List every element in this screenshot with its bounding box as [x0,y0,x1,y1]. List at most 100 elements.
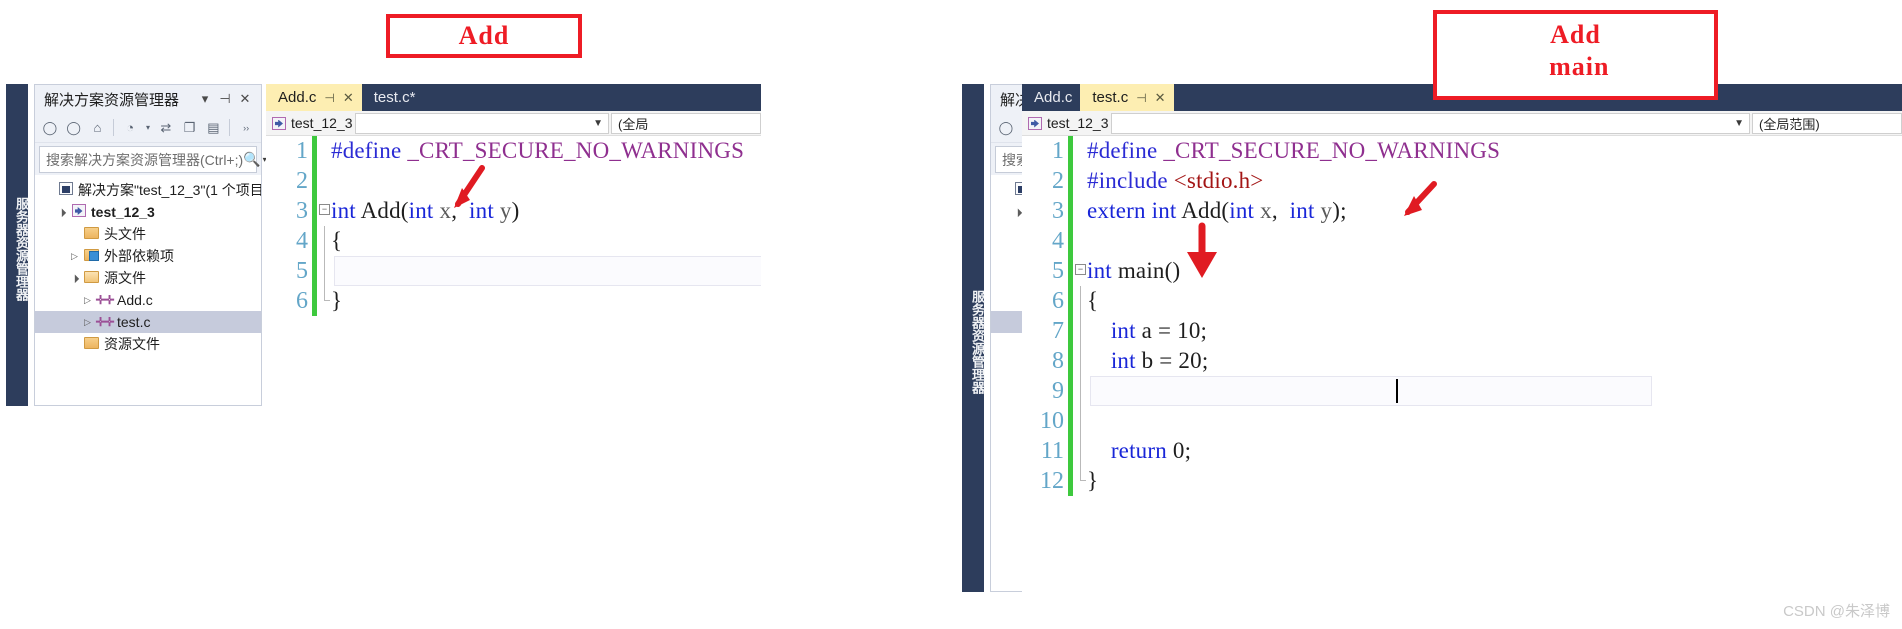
close-icon[interactable]: ✕ [1155,90,1166,106]
fold-gutter[interactable]: − [317,196,331,226]
fold-gutter[interactable] [317,136,331,166]
code-token: ); [1332,198,1347,223]
tree-item-test_12_31[interactable]: 解决方案"test_12_3"(1 个项目) [35,179,261,201]
code-token: main() [1111,258,1181,283]
line-number: 4 [1052,228,1064,254]
fold-guide [1080,286,1081,316]
code-token: } [331,288,343,313]
pin-icon[interactable]: ⊣ [215,91,235,107]
expand-twisty-icon[interactable]: ▷ [80,317,95,328]
editor-tab-Add.c[interactable]: Add.c [1022,84,1080,111]
line-number: 11 [1040,438,1064,464]
server-explorer-vertical-tab-right[interactable]: 服务器资源管理器 [962,84,985,592]
code-area-right[interactable]: 1 #define _CRT_SECURE_NO_WARNINGS 2 #includ… [1022,136,1902,592]
collapse-all-icon[interactable]: ❐ [179,117,201,139]
editor-tab-test.c[interactable]: test.c* [362,84,424,111]
code-line[interactable]: 8 int b = 20; [1022,346,1902,376]
line-number: 5 [1052,258,1064,284]
collapse-twisty-icon[interactable]: ◢ [53,204,70,221]
tree-item-[interactable]: ▷ 外部依赖项 [35,245,261,267]
code-line[interactable]: 4 [1022,226,1902,256]
fold-gutter[interactable] [1073,346,1087,376]
home-icon[interactable]: ⌂ [87,117,109,139]
collapse-twisty-icon[interactable]: ◢ [66,270,83,287]
navbar-scope-right[interactable]: (全局范围) [1752,112,1902,134]
solution-tree-left[interactable]: 解决方案"test_12_3"(1 个项目) ◢ test_12_3 头文件 ▷ 外部依赖… [35,175,261,405]
solution-explorer-toolbar-left: ◯ ◯ ⌂ ◔ ▾ ⇄ ❐ ▤ ›› [35,113,261,143]
code-token: , [1271,198,1290,223]
fold-gutter[interactable] [1073,316,1087,346]
solution-explorer-search-left[interactable]: 搜索解决方案资源管理器(Ctrl+;) 🔍 ▾ [39,146,267,173]
external-dependencies-folder-icon [84,248,99,261]
fold-gutter[interactable] [1073,196,1087,226]
show-all-files-icon[interactable]: ▤ [202,117,224,139]
fold-gutter[interactable] [317,166,331,196]
code-line[interactable]: 10 [1022,406,1902,436]
pin-icon[interactable]: ⊣ [1136,91,1146,105]
code-line[interactable]: 2 #include <stdio.h> [1022,166,1902,196]
solution-explorer-left: 解决方案资源管理器 ▾ ⊣ ✕ ◯ ◯ ⌂ ◔ ▾ ⇄ ❐ ▤ ›› 搜索解决方… [34,84,267,406]
tree-item-Add.c[interactable]: ▷✛✛Add.c [35,289,261,311]
code-line[interactable]: 4{ [266,226,761,256]
fold-gutter[interactable] [1073,166,1087,196]
code-line[interactable]: 6{ [1022,286,1902,316]
fold-gutter[interactable] [1073,466,1087,496]
navbar-member-dropdown-left[interactable]: ▼ [354,112,609,134]
code-line[interactable]: 3 extern int Add(int x, int y); [1022,196,1902,226]
chevron-down-icon[interactable]: ▾ [143,117,153,139]
fold-gutter[interactable] [1073,406,1087,436]
navbar-project-right[interactable]: test_12_3 [1022,115,1109,131]
collapse-region-icon[interactable]: − [319,204,330,215]
code-line[interactable]: 11 return 0; [1022,436,1902,466]
code-line[interactable]: 3− int Add(int x, int y) [266,196,761,226]
code-token: Add( [355,198,409,223]
navbar-member-dropdown-right[interactable]: ▼ [1110,112,1750,134]
project-icon [1028,116,1042,130]
editor-tab-Add.c[interactable]: Add.c ⊣ ✕ [266,84,362,111]
back-arrow-icon[interactable]: ◯ [995,117,1017,139]
expand-twisty-icon[interactable]: ▷ [67,251,82,262]
fold-gutter[interactable] [1073,136,1087,166]
fold-gutter[interactable] [1073,286,1087,316]
editor-tab-test.c[interactable]: test.c ⊣ ✕ [1080,84,1174,111]
server-explorer-vertical-tab-left[interactable]: 服务器资源管理器 [6,84,29,406]
fold-gutter[interactable]: − [1073,256,1087,286]
overflow-icon[interactable]: ›› [235,117,257,139]
code-line[interactable]: 5− int main() [1022,256,1902,286]
fold-gutter[interactable] [1073,376,1087,406]
pending-changes-icon[interactable]: ◔ [119,117,141,139]
tree-item-[interactable]: 头文件 [35,223,261,245]
close-icon[interactable]: ✕ [343,90,354,106]
code-line[interactable]: 2 [266,166,761,196]
fold-gutter[interactable] [317,286,331,316]
editor-navbar-right: test_12_3 ▼ (全局范围) [1022,111,1902,136]
code-line[interactable]: 1 #define _CRT_SECURE_NO_WARNINGS [1022,136,1902,166]
expand-twisty-icon[interactable]: ▷ [80,295,95,306]
fold-gutter[interactable] [1073,226,1087,256]
navbar-project-left[interactable]: test_12_3 [266,115,353,131]
line-number: 6 [296,288,308,314]
close-icon[interactable]: ✕ [235,91,255,107]
tree-item-test.c[interactable]: ▷✛✛test.c [35,311,261,333]
code-line[interactable]: 12} [1022,466,1902,496]
fold-gutter[interactable] [1073,436,1087,466]
code-line[interactable]: 7 int a = 10; [1022,316,1902,346]
sync-with-active-document-icon[interactable]: ⇄ [155,117,177,139]
chevron-down-icon[interactable]: ▾ [195,91,215,107]
tree-item-[interactable]: ◢ 源文件 [35,267,261,289]
forward-arrow-icon[interactable]: ◯ [63,117,85,139]
code-line[interactable]: 1 #define _CRT_SECURE_NO_WARNINGS [266,136,761,166]
navbar-scope-left[interactable]: (全局 [611,112,761,134]
back-arrow-icon[interactable]: ◯ [39,117,61,139]
collapse-region-icon[interactable]: − [1075,264,1086,275]
search-icon[interactable]: 🔍 [243,151,260,168]
code-area-left[interactable]: 1 #define _CRT_SECURE_NO_WARNINGS 2 3− int A… [266,136,761,489]
pin-icon[interactable]: ⊣ [324,91,334,105]
fold-gutter[interactable] [317,256,331,286]
tree-item-test_12_3[interactable]: ◢ test_12_3 [35,201,261,223]
fold-gutter[interactable] [317,226,331,256]
tree-item-[interactable]: 资源文件 [35,333,261,355]
fold-guide [1080,376,1081,406]
code-line[interactable]: 6} [266,286,761,316]
